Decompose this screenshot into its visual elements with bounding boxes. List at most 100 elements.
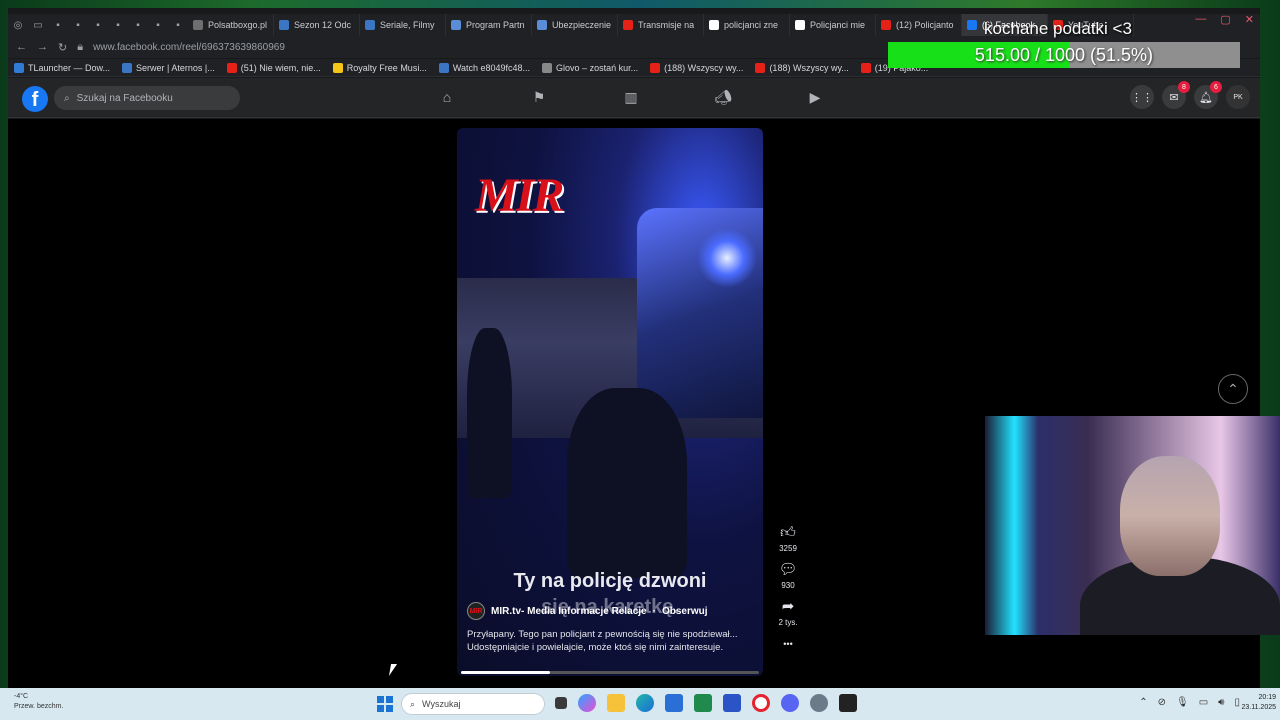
- facebook-logo[interactable]: f: [22, 86, 48, 112]
- chevron-up-icon[interactable]: ⌃: [1139, 697, 1147, 708]
- pinned-tab-1[interactable]: ▪: [51, 18, 65, 32]
- task-view-icon[interactable]: [555, 697, 567, 709]
- excel-icon[interactable]: [694, 694, 712, 712]
- search-placeholder: Szukaj na Facebooku: [76, 92, 173, 104]
- store-icon[interactable]: [665, 694, 683, 712]
- donation-goal-overlay: kochane podatki <3 515.00 / 1000 (51.5%): [886, 15, 1242, 71]
- facebook-search[interactable]: ⌕ Szukaj na Facebooku: [54, 86, 240, 110]
- like-count: 3259: [779, 544, 797, 553]
- home-icon[interactable]: ⌂: [438, 88, 456, 106]
- tab-label: Ubezpieczenie: [552, 20, 612, 30]
- pinned-tab-5[interactable]: ▪: [131, 18, 145, 32]
- bookmark-item[interactable]: (188) Wszyscy wy...: [755, 62, 849, 73]
- browser-tab[interactable]: Program Partn: [446, 14, 532, 36]
- previous-reel-button[interactable]: ⌃: [1218, 374, 1248, 404]
- video-progress-fill: [461, 671, 551, 674]
- megaphone-icon[interactable]: 📣︎: [714, 88, 732, 106]
- messenger-badge: 8: [1178, 81, 1190, 93]
- pinned-tab-3[interactable]: ▪: [91, 18, 105, 32]
- url-field[interactable]: www.facebook.com/reel/696373639860969: [93, 42, 285, 53]
- taskbar-clock[interactable]: 20:19 23.11.2025: [1241, 693, 1276, 713]
- bookmark-item[interactable]: Royalty Free Musi...: [332, 62, 427, 73]
- app-blue-icon[interactable]: [723, 694, 741, 712]
- discord-icon[interactable]: [781, 694, 799, 712]
- tab-favicon: [279, 20, 289, 30]
- weather-widget[interactable]: -4°C Przew. bezchm.: [4, 692, 63, 712]
- main-nav: ⌂ ⚑ ▥ 📣︎ ▶: [438, 88, 824, 106]
- settings-gear-icon[interactable]: [810, 694, 828, 712]
- tab-favicon: [451, 20, 461, 30]
- pinned-tab-4[interactable]: ▪: [111, 18, 125, 32]
- author-avatar[interactable]: MIR: [467, 602, 485, 620]
- notifications-bell-icon[interactable]: 🔔︎ 6: [1194, 81, 1222, 109]
- menu-grid-icon[interactable]: ⋮⋮: [1130, 85, 1154, 109]
- taskbar-search[interactable]: ⌕ Wyszukaj: [401, 693, 545, 715]
- bookmark-item[interactable]: TLauncher — Dow...: [14, 62, 111, 73]
- thumbs-up-icon: 👍︎: [780, 524, 796, 541]
- bookmark-item[interactable]: Watch e8049fc48...: [438, 62, 531, 73]
- reel-video[interactable]: MIR Ty na policję dzwoni się na karetkę.…: [457, 128, 763, 676]
- tab-label: Transmisje na: [638, 20, 695, 30]
- file-explorer-icon[interactable]: [607, 694, 625, 712]
- browser-tab[interactable]: Transmisje na: [618, 14, 704, 36]
- bookmark-label: TLauncher — Dow...: [28, 62, 111, 73]
- forward-icon[interactable]: →: [37, 41, 48, 53]
- bookmark-item[interactable]: Serwer | Aternos |...: [122, 62, 215, 73]
- copilot-icon[interactable]: [578, 694, 596, 712]
- browser-tab[interactable]: policjanci zne: [704, 14, 790, 36]
- close-icon[interactable]: ✕: [1245, 13, 1254, 26]
- tab-favicon: [795, 20, 805, 30]
- webcam-overlay: [985, 416, 1280, 635]
- facebook-header: f ⌕ Szukaj na Facebooku ⌂ ⚑ ▥ 📣︎ ▶ ⋮⋮ ✉ …: [8, 78, 1260, 118]
- share-button[interactable]: ➦ 2 tys.: [778, 598, 797, 627]
- app-tray-icon[interactable]: ⊘: [1158, 697, 1166, 708]
- windows-start-icon[interactable]: [377, 696, 393, 712]
- tab-favicon: [193, 20, 203, 30]
- battery-icon[interactable]: ▯: [1234, 697, 1240, 708]
- reload-icon[interactable]: ↻: [58, 41, 67, 54]
- pinned-tab-7[interactable]: ▪: [171, 18, 185, 32]
- profile-avatar[interactable]: PK: [1226, 85, 1250, 109]
- bookmark-item[interactable]: (51) Nie wiem, nie...: [226, 62, 321, 73]
- tab-groups-icon[interactable]: ▭: [31, 18, 45, 32]
- microphone-icon[interactable]: 🎙︎: [1176, 697, 1189, 708]
- reel-actions: 👍︎ 3259 💬︎ 930 ➦ 2 tys. •••: [776, 524, 800, 653]
- back-icon[interactable]: ←: [16, 41, 27, 53]
- ads-manager-icon[interactable]: ▥: [622, 88, 640, 106]
- pinned-tab-6[interactable]: ▪: [151, 18, 165, 32]
- pages-flag-icon[interactable]: ⚑: [530, 88, 548, 106]
- opera-icon[interactable]: [752, 694, 770, 712]
- system-tray: ⌃ ⊘ 🎙︎ ▭ 🔊︎ ▯: [1139, 697, 1240, 708]
- browser-tab[interactable]: Ubezpieczenie: [532, 14, 618, 36]
- browser-tab[interactable]: Polsatboxgo.pl: [188, 14, 274, 36]
- android-app-icon[interactable]: [839, 694, 857, 712]
- browser-tab[interactable]: Seriale, Filmy: [360, 14, 446, 36]
- speaker-icon[interactable]: 🔊︎: [1218, 697, 1224, 708]
- messenger-icon[interactable]: ✉ 8: [1162, 81, 1190, 109]
- browser-tab[interactable]: Sezon 12 Odc: [274, 14, 360, 36]
- comment-button[interactable]: 💬︎ 930: [778, 561, 797, 590]
- tab-favicon: [537, 20, 547, 30]
- bookmark-label: Watch e8049fc48...: [452, 62, 531, 73]
- bookmark-favicon: [542, 62, 553, 73]
- tab-favicon: [709, 20, 719, 30]
- video-icon[interactable]: ▶: [806, 88, 824, 106]
- tab-label: Sezon 12 Odc: [294, 20, 352, 30]
- browser-tab[interactable]: Policjanci mie: [790, 14, 876, 36]
- author-separator: ·: [652, 605, 656, 617]
- pinned-tab-2[interactable]: ▪: [71, 18, 85, 32]
- tab-favicon: [623, 20, 633, 30]
- author-name[interactable]: MIR.tv- Media Informacje Relacje: [491, 606, 647, 617]
- bookmark-item[interactable]: Glovo – zostań kur...: [542, 62, 638, 73]
- edge-icon[interactable]: [636, 694, 654, 712]
- bookmark-item[interactable]: (188) Wszyscy wy...: [650, 62, 743, 73]
- video-figure-1: [467, 328, 512, 498]
- like-button[interactable]: 👍︎ 3259: [779, 524, 797, 553]
- bookmark-label: (51) Nie wiem, nie...: [240, 62, 321, 73]
- network-icon[interactable]: ▭: [1199, 697, 1208, 708]
- video-progress-bar[interactable]: [461, 671, 759, 674]
- tab-search-icon[interactable]: ◎: [11, 18, 25, 32]
- reel-author[interactable]: MIR MIR.tv- Media Informacje Relacje · O…: [467, 602, 708, 620]
- more-options-button[interactable]: •••: [783, 635, 792, 653]
- follow-link[interactable]: Obserwuj: [662, 606, 708, 617]
